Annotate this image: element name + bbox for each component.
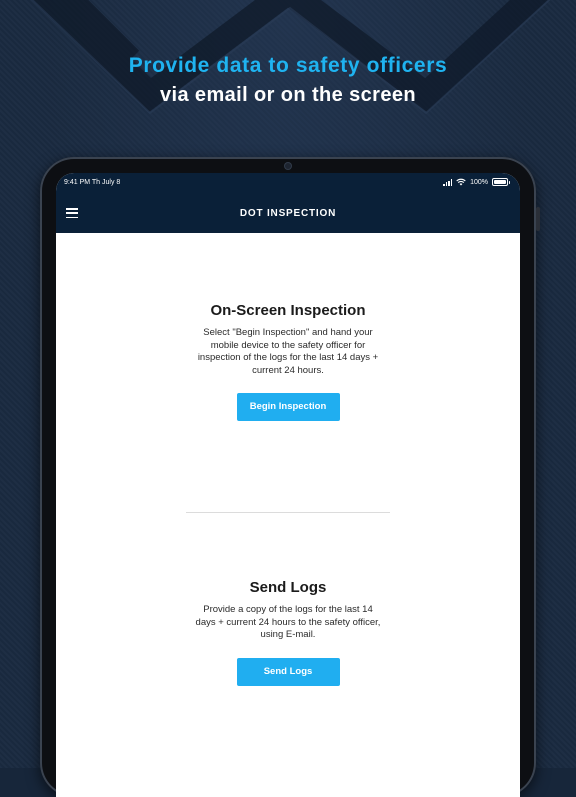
app-screen: 9:41 PM Th July 8 100% DOT INSPECTION On… xyxy=(56,173,520,797)
onscreen-inspection-title: On-Screen Inspection xyxy=(210,302,366,319)
signal-icon xyxy=(443,178,453,186)
tablet-side-button xyxy=(536,207,540,231)
send-logs-description: Provide a copy of the logs for the last … xyxy=(195,604,381,640)
tablet-device: 9:41 PM Th July 8 100% DOT INSPECTION On… xyxy=(40,157,540,797)
send-logs-title: Send Logs xyxy=(249,579,327,596)
begin-inspection-button[interactable]: Begin Inspection xyxy=(236,393,340,421)
send-logs-button[interactable]: Send Logs xyxy=(236,657,340,686)
status-time-date: 9:41 PM Th July 8 xyxy=(64,179,121,186)
battery-icon xyxy=(492,178,510,186)
navigation-bar: DOT INSPECTION xyxy=(56,195,520,233)
status-indicators: 100% xyxy=(443,178,510,186)
wifi-icon xyxy=(456,178,466,186)
promo-headline-line2: via email or on the screen xyxy=(159,84,417,106)
onscreen-inspection-section: On-Screen Inspection Select "Begin Inspe… xyxy=(56,302,520,421)
promo-headline-line1: Provide data to safety officers xyxy=(128,54,448,77)
battery-percentage: 100% xyxy=(470,178,488,186)
onscreen-inspection-description: Select "Begin Inspection" and hand your … xyxy=(197,327,379,376)
section-divider xyxy=(186,512,390,513)
camera-icon xyxy=(285,163,291,169)
page-title: DOT INSPECTION xyxy=(239,208,337,219)
send-logs-section: Send Logs Provide a copy of the logs for… xyxy=(56,579,520,686)
status-bar: 9:41 PM Th July 8 100% xyxy=(56,173,520,195)
